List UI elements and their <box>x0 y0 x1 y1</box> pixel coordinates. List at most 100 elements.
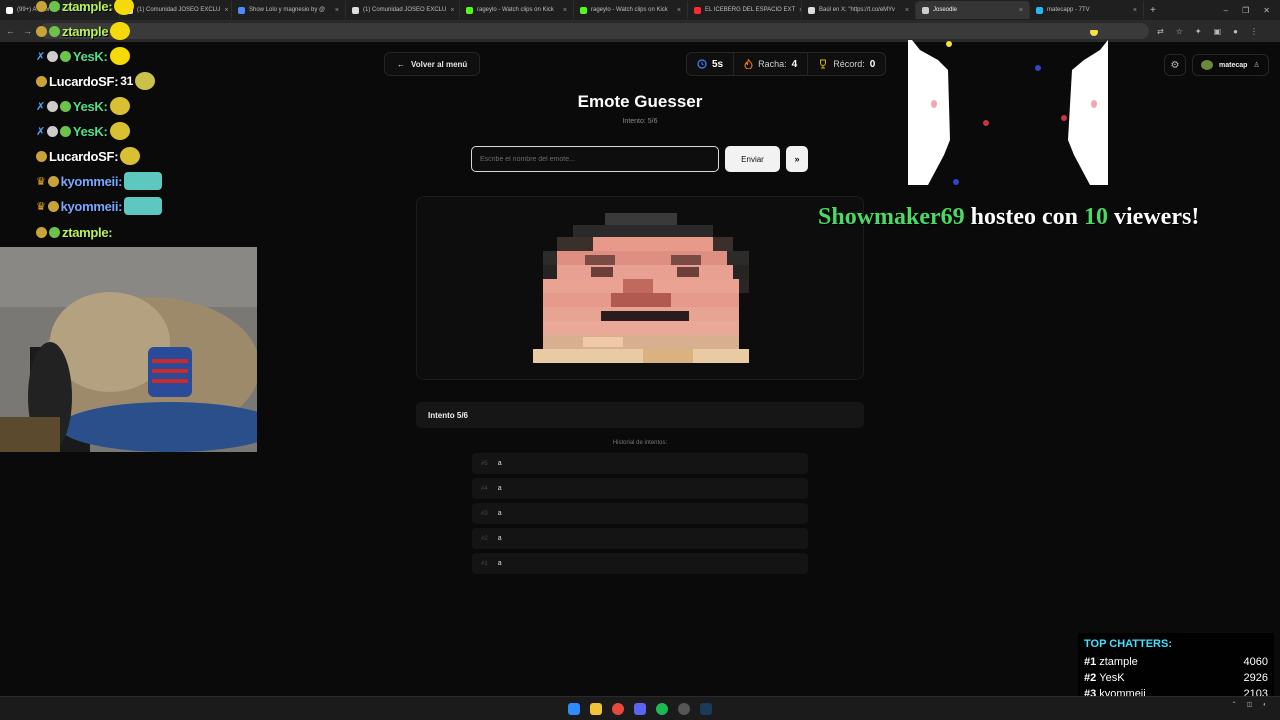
sword-badge-icon: ✗ <box>36 125 45 138</box>
host-alert-text: Showmaker69 hosteo con 10 viewers! <box>818 204 1200 230</box>
tab-favicon-icon <box>694 6 701 14</box>
close-icon[interactable]: × <box>450 7 454 14</box>
sub-badge-icon <box>49 25 60 37</box>
chat-message: ♛ kyommeii: <box>36 170 163 192</box>
timer-stat: 5s <box>687 53 735 75</box>
clock-icon <box>697 59 707 69</box>
sword-badge-icon: ✗ <box>36 100 45 113</box>
sub-badge-icon <box>59 125 71 137</box>
emote-icon <box>110 22 131 40</box>
network-icon[interactable]: ◫ <box>1247 701 1253 708</box>
top-chatters-heading: TOP CHATTERS: <box>1084 638 1173 650</box>
tab-favicon-icon <box>6 6 13 14</box>
back-arrow-icon[interactable]: ← <box>6 26 15 36</box>
user-icon: ♙ <box>1253 62 1260 69</box>
close-icon[interactable]: × <box>563 7 567 14</box>
chat-message: ✗ YesK: <box>36 120 130 142</box>
menu-icon[interactable]: ⋮ <box>1250 27 1258 36</box>
user-menu[interactable]: matecap ♙ <box>1192 54 1269 76</box>
emote-icon <box>124 172 163 190</box>
browser-tab[interactable]: EL ICEBERG DEL ESPACIO EXT× <box>688 1 802 19</box>
chat-message: ztample: <box>36 0 135 17</box>
close-icon[interactable]: × <box>905 7 909 14</box>
stream-chat-overlay: ztample: ztample ✗ YesK: LucardoSF: 31 ✗ Ye… <box>36 0 256 246</box>
stats-bar: 5s Racha: 4 Récord: 0 <box>686 52 887 76</box>
settings-button[interactable]: ⚙ <box>1164 54 1186 76</box>
file-explorer-icon[interactable] <box>590 703 602 715</box>
sub-badge-icon <box>49 0 60 12</box>
browser-extensions: ⇄ ☆ ✦ ▣ ● ⋮ <box>1157 27 1274 36</box>
window-controls: – ❐ ✕ <box>1224 6 1280 15</box>
list-item: #4 a <box>472 478 808 499</box>
trophy-icon <box>820 59 827 69</box>
badge-icon <box>47 200 59 212</box>
pixelated-emote-image <box>533 213 749 363</box>
streak-stat: Racha: 4 <box>734 53 809 75</box>
emote-guess-input[interactable] <box>471 146 719 172</box>
emote-icon <box>124 197 163 215</box>
steam-icon[interactable] <box>700 703 712 715</box>
close-icon[interactable]: × <box>677 7 681 14</box>
arrow-left-icon: ← <box>397 59 405 69</box>
sword-badge-icon: ✗ <box>36 50 45 63</box>
discord-icon[interactable] <box>634 703 646 715</box>
chevron-up-icon[interactable]: ⌃ <box>1232 701 1237 708</box>
browser-tab[interactable]: rageylo - Watch clips on Kick × <box>574 1 688 19</box>
emote-icon <box>109 47 130 65</box>
volume-icon[interactable]: ◖ <box>1262 702 1266 708</box>
emote-icon <box>109 97 130 115</box>
chatter-row: #1 ztample 4060 <box>1084 656 1268 668</box>
browser-tab[interactable]: Baúl en X: "https://t.co/eMYv × <box>802 1 916 19</box>
badge-icon <box>36 75 47 87</box>
list-item: #3 a <box>472 503 808 524</box>
profile-icon[interactable]: ● <box>1233 27 1238 36</box>
spotify-icon[interactable] <box>656 703 668 715</box>
close-icon[interactable]: × <box>1133 7 1137 14</box>
close-icon[interactable]: × <box>335 7 339 14</box>
crown-badge-icon: ♛ <box>36 200 46 213</box>
badge-icon <box>47 175 59 187</box>
emote-icon <box>134 72 155 90</box>
send-button[interactable]: Enviar <box>725 146 780 172</box>
maximize-icon[interactable]: ❐ <box>1242 6 1249 15</box>
flame-icon <box>744 59 753 69</box>
emote-icon <box>109 122 130 140</box>
host-alert-animation <box>908 30 1108 185</box>
browser-tab-active[interactable]: Joseodle × <box>916 1 1030 19</box>
badge-icon <box>36 226 47 238</box>
browser-tab[interactable]: matecapp - 7TV × <box>1030 1 1144 19</box>
badge-icon <box>36 0 47 12</box>
badge-icon <box>46 125 58 137</box>
skip-button[interactable]: » <box>786 146 808 172</box>
minimize-icon[interactable]: – <box>1224 6 1228 15</box>
page-title: Emote Guesser <box>577 92 703 111</box>
sub-badge-icon <box>49 226 60 238</box>
chrome-icon[interactable] <box>612 703 624 715</box>
gear-icon: ⚙ <box>1170 59 1180 71</box>
windows-start-icon[interactable] <box>568 703 580 715</box>
new-tab-icon[interactable]: + <box>1144 5 1162 16</box>
system-tray: ⌃ ◫ ◖ <box>1232 701 1266 709</box>
close-icon[interactable]: × <box>1019 7 1023 14</box>
forward-arrow-icon[interactable]: → <box>23 26 32 36</box>
sub-badge-icon <box>59 100 71 112</box>
emote-icon <box>120 147 141 165</box>
extension-icon[interactable]: ✦ <box>1195 27 1202 36</box>
back-to-menu-button[interactable]: ← Volver al menú <box>384 52 481 76</box>
browser-tab[interactable]: rageylo - Watch clips on Kick × <box>460 1 574 19</box>
list-item: #5 a <box>472 453 808 474</box>
chat-message: ✗ YesK: <box>36 95 130 117</box>
attempt-status: Intento 5/6 <box>416 402 864 428</box>
browser-tab[interactable]: (1) Comunidad JOSEO EXCLU × <box>346 1 460 19</box>
tab-favicon-icon <box>580 6 587 14</box>
puzzle-icon[interactable]: ▣ <box>1214 27 1222 36</box>
badge-icon <box>36 25 47 37</box>
obs-icon[interactable] <box>678 703 690 715</box>
attempt-counter: Intento: 5/6 <box>622 118 658 125</box>
badge-icon <box>46 50 58 62</box>
avatar <box>1201 60 1213 70</box>
close-window-icon[interactable]: ✕ <box>1263 6 1270 15</box>
star-icon[interactable]: ☆ <box>1176 27 1183 36</box>
translate-icon[interactable]: ⇄ <box>1157 27 1164 36</box>
history-heading: Historial de intentos: <box>612 440 668 446</box>
